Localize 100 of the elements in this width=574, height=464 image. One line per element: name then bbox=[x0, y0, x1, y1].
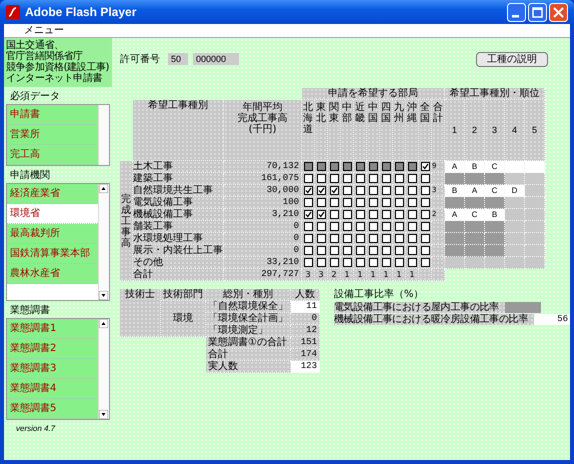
checkbox[interactable] bbox=[368, 258, 378, 267]
menu-item[interactable]: メニュー bbox=[24, 24, 64, 36]
checkbox[interactable] bbox=[330, 258, 338, 267]
scroll-up-icon[interactable] bbox=[99, 184, 108, 193]
checkbox[interactable] bbox=[316, 210, 326, 219]
maximize-icon[interactable] bbox=[528, 2, 547, 22]
checkbox[interactable] bbox=[408, 198, 416, 207]
checkbox[interactable] bbox=[382, 174, 390, 183]
list-item[interactable]: 業態調書3 bbox=[7, 359, 98, 379]
checkbox[interactable] bbox=[420, 186, 430, 195]
checkbox[interactable] bbox=[394, 246, 404, 255]
checkbox[interactable] bbox=[382, 258, 390, 267]
count-field[interactable]: 11 bbox=[290, 301, 320, 313]
checkbox[interactable] bbox=[394, 210, 404, 219]
scroll-down-icon[interactable] bbox=[99, 410, 108, 419]
scroll-up-icon[interactable] bbox=[99, 319, 108, 328]
checkbox[interactable] bbox=[408, 258, 416, 267]
help-button[interactable]: 工種の説明 bbox=[476, 52, 548, 66]
checkbox[interactable] bbox=[316, 222, 326, 231]
checkbox[interactable] bbox=[382, 222, 390, 231]
checkbox[interactable] bbox=[420, 198, 430, 207]
list-item[interactable]: 業態調書4 bbox=[7, 379, 98, 399]
checkbox[interactable] bbox=[342, 186, 352, 195]
checkbox[interactable] bbox=[368, 186, 378, 195]
checkbox[interactable] bbox=[382, 246, 390, 255]
scrollbar[interactable] bbox=[98, 319, 109, 419]
checkbox[interactable] bbox=[330, 210, 338, 219]
list-item[interactable]: 農林水産省 bbox=[7, 264, 98, 284]
checkbox[interactable] bbox=[304, 258, 312, 267]
checkbox[interactable] bbox=[368, 234, 378, 243]
checkbox[interactable] bbox=[304, 222, 312, 231]
rank-field[interactable]: C bbox=[465, 209, 485, 221]
checkbox[interactable] bbox=[356, 234, 364, 243]
rank-field[interactable]: C bbox=[485, 161, 505, 173]
checkbox[interactable] bbox=[330, 234, 338, 243]
list-item[interactable]: 業態調書5 bbox=[7, 399, 98, 419]
rank-field[interactable]: D bbox=[505, 185, 525, 197]
checkbox[interactable] bbox=[330, 186, 338, 195]
checkbox[interactable] bbox=[356, 174, 364, 183]
list-item[interactable]: 最高裁判所 bbox=[7, 224, 98, 244]
checkbox[interactable] bbox=[420, 222, 430, 231]
rank-field[interactable]: A bbox=[445, 161, 465, 173]
checkbox[interactable] bbox=[342, 198, 352, 207]
checkbox[interactable] bbox=[330, 198, 338, 207]
list-item[interactable]: 業態調書2 bbox=[7, 339, 98, 359]
checkbox[interactable] bbox=[368, 246, 378, 255]
checkbox[interactable] bbox=[394, 174, 404, 183]
checkbox[interactable] bbox=[304, 234, 312, 243]
rank-field[interactable]: C bbox=[485, 185, 505, 197]
checkbox[interactable] bbox=[342, 210, 352, 219]
checkbox[interactable] bbox=[394, 186, 404, 195]
rank-field[interactable] bbox=[525, 161, 545, 173]
list-item[interactable]: 経済産業省 bbox=[7, 184, 98, 204]
checkbox[interactable] bbox=[342, 258, 352, 267]
checkbox[interactable] bbox=[408, 234, 416, 243]
checkbox[interactable] bbox=[420, 258, 430, 267]
checkbox[interactable] bbox=[382, 186, 390, 195]
checkbox[interactable] bbox=[356, 222, 364, 231]
checkbox[interactable] bbox=[382, 234, 390, 243]
checkbox[interactable] bbox=[330, 246, 338, 255]
checkbox[interactable] bbox=[342, 222, 352, 231]
rank-field[interactable]: A bbox=[465, 185, 485, 197]
permit-prefix-field[interactable]: 50 bbox=[168, 53, 188, 65]
rank-field[interactable]: A bbox=[445, 209, 465, 221]
checkbox[interactable] bbox=[304, 174, 312, 183]
checkbox[interactable] bbox=[304, 246, 312, 255]
checkbox[interactable] bbox=[304, 186, 312, 195]
rank-field[interactable]: B bbox=[465, 161, 485, 173]
checkbox[interactable] bbox=[330, 174, 338, 183]
list-item[interactable]: 国鉄清算事業本部 bbox=[7, 244, 98, 264]
checkbox[interactable] bbox=[420, 234, 430, 243]
checkbox[interactable] bbox=[382, 198, 390, 207]
checkbox[interactable] bbox=[356, 198, 364, 207]
scrollbar[interactable] bbox=[98, 105, 109, 165]
checkbox[interactable] bbox=[368, 210, 378, 219]
list-item[interactable]: 営業所 bbox=[7, 125, 98, 145]
checkbox[interactable] bbox=[316, 258, 326, 267]
checkbox[interactable] bbox=[316, 246, 326, 255]
list-item[interactable]: 申請書 bbox=[7, 105, 98, 125]
checkbox[interactable] bbox=[316, 174, 326, 183]
checkbox[interactable] bbox=[408, 246, 416, 255]
checkbox[interactable] bbox=[368, 198, 378, 207]
checkbox[interactable] bbox=[368, 174, 378, 183]
checkbox[interactable] bbox=[394, 222, 404, 231]
count-field[interactable]: 123 bbox=[290, 361, 320, 373]
checkbox[interactable] bbox=[316, 198, 326, 207]
checkbox[interactable] bbox=[420, 174, 430, 183]
checkbox[interactable] bbox=[356, 186, 364, 195]
checkbox[interactable] bbox=[368, 222, 378, 231]
checkbox[interactable] bbox=[420, 210, 430, 219]
checkbox[interactable] bbox=[342, 234, 352, 243]
checkbox[interactable] bbox=[420, 246, 430, 255]
checkbox[interactable] bbox=[304, 198, 312, 207]
checkbox[interactable] bbox=[408, 186, 416, 195]
checkbox[interactable] bbox=[408, 210, 416, 219]
checkbox[interactable] bbox=[394, 258, 404, 267]
checkbox[interactable] bbox=[356, 258, 364, 267]
scroll-down-icon[interactable] bbox=[99, 291, 108, 300]
permit-number-field[interactable]: 000000 bbox=[193, 53, 239, 65]
checkbox[interactable] bbox=[342, 246, 352, 255]
